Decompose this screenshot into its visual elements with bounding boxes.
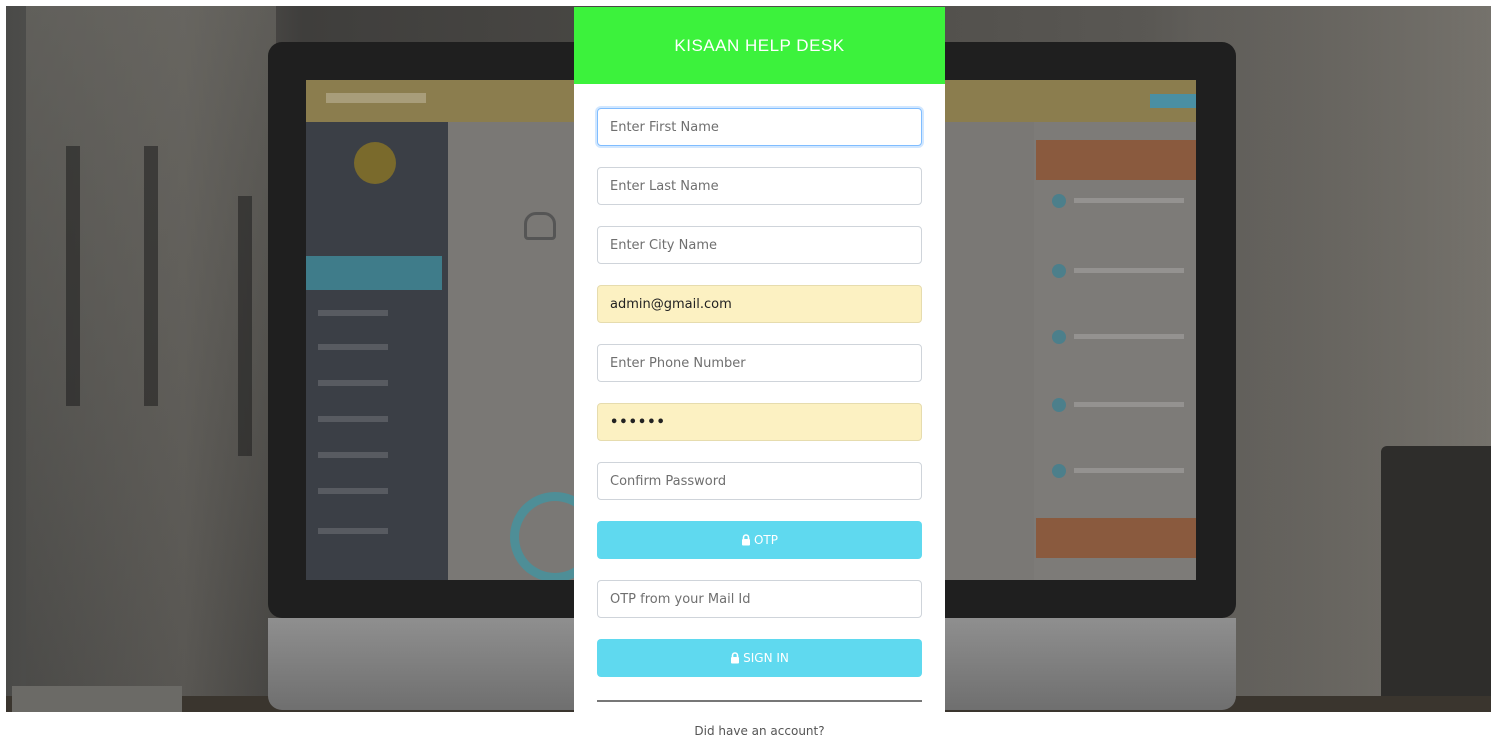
screen-sidebar-active xyxy=(306,256,442,290)
screen-avatar xyxy=(354,142,396,184)
screen-sidebar-item xyxy=(318,488,388,494)
screen-panel-line xyxy=(1074,198,1184,203)
email-input[interactable] xyxy=(597,285,922,323)
background-post xyxy=(238,196,252,456)
screen-panel-dot xyxy=(1052,398,1066,412)
register-card: KISAAN HELP DESK OTP SIGN IN Did have an… xyxy=(574,7,945,740)
screen-logo xyxy=(326,93,426,103)
confirm-password-input[interactable] xyxy=(597,462,922,500)
screen-sidebar-item xyxy=(318,310,388,316)
lock-icon xyxy=(741,534,751,546)
last-name-input[interactable] xyxy=(597,167,922,205)
account-link[interactable]: Did have an account? xyxy=(574,724,945,738)
divider xyxy=(597,700,922,702)
screen-panel-line xyxy=(1074,268,1184,273)
screen-heart-icon xyxy=(524,212,556,240)
lock-icon xyxy=(730,652,740,664)
otp-input[interactable] xyxy=(597,580,922,618)
card-header: KISAAN HELP DESK xyxy=(574,7,945,84)
sign-in-button-label: SIGN IN xyxy=(743,651,789,665)
screen-topbar-button xyxy=(1150,94,1196,108)
screen-panel-footer xyxy=(1036,518,1196,558)
otp-button-label: OTP xyxy=(753,533,778,547)
screen-panel-dot xyxy=(1052,464,1066,478)
screen-panel-line xyxy=(1074,468,1184,473)
screen-sidebar-item xyxy=(318,452,388,458)
screen-panel-line xyxy=(1074,334,1184,339)
background-speaker xyxy=(1381,446,1491,712)
background-camera xyxy=(12,686,182,712)
sign-in-button[interactable]: SIGN IN xyxy=(597,639,922,677)
screen-sidebar-item xyxy=(318,344,388,350)
screen-panel-dot xyxy=(1052,194,1066,208)
screen-panel-line xyxy=(1074,402,1184,407)
phone-number-input[interactable] xyxy=(597,344,922,382)
screen-right-panel xyxy=(1034,122,1196,580)
password-input[interactable] xyxy=(597,403,922,441)
card-title: KISAAN HELP DESK xyxy=(674,35,845,55)
screen-panel-dot xyxy=(1052,264,1066,278)
screen-sidebar-item xyxy=(318,416,388,422)
screen-sidebar-item xyxy=(318,380,388,386)
first-name-input[interactable] xyxy=(597,108,922,146)
screen-panel-dot xyxy=(1052,330,1066,344)
background-post xyxy=(66,146,80,406)
background-post xyxy=(144,146,158,406)
otp-button[interactable]: OTP xyxy=(597,521,922,559)
screen-panel-header xyxy=(1036,140,1196,180)
city-name-input[interactable] xyxy=(597,226,922,264)
screen-sidebar xyxy=(306,122,448,580)
screen-sidebar-item xyxy=(318,528,388,534)
